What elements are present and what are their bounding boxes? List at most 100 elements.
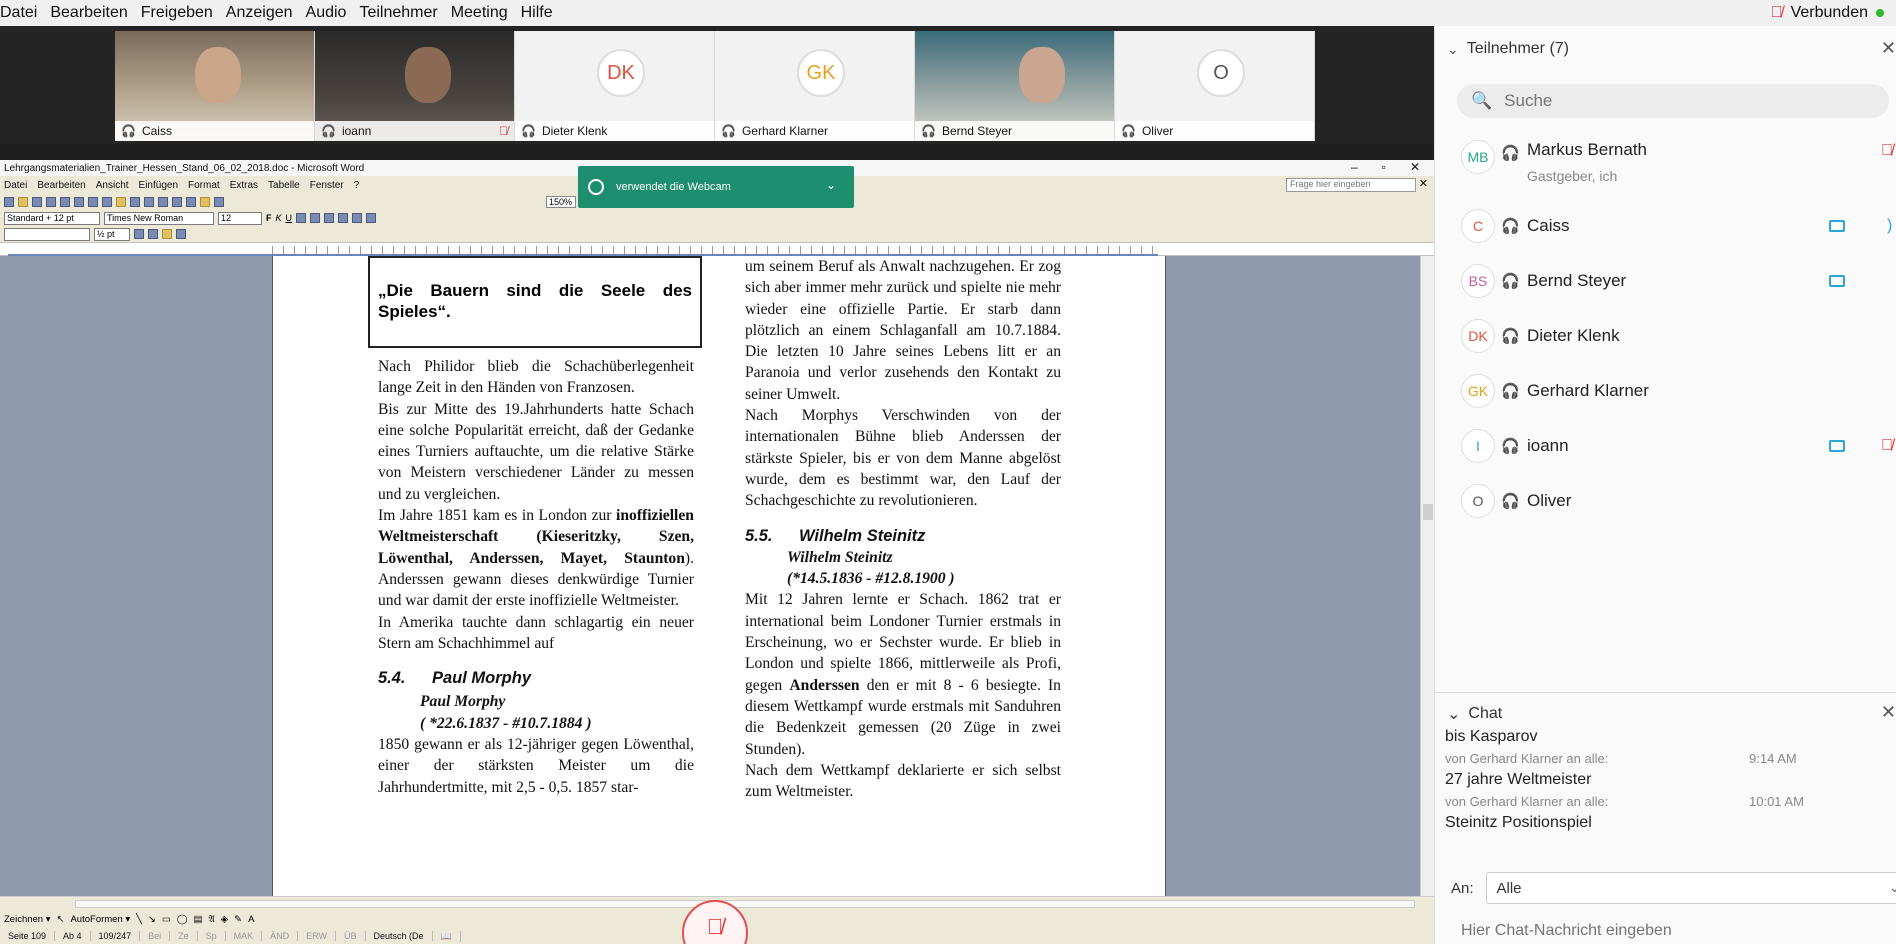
horizontal-ruler[interactable] [0,242,1434,257]
fill-color-icon[interactable]: ◈ [221,914,228,925]
vertical-scrollbar[interactable] [1420,256,1434,896]
rectangle-tool-icon[interactable]: ▭ [162,914,171,925]
maximize-icon[interactable]: ▫ [1382,160,1386,174]
menu-anzeigen[interactable]: Anzeigen [223,4,301,22]
scroll-track[interactable] [75,900,1415,908]
line-color-tool-icon[interactable]: ✎ [234,914,242,925]
underline-button[interactable]: U [286,213,293,223]
menu-audio[interactable]: Audio [303,4,355,22]
video-tile-dieter-klenk[interactable]: DK 🎧 Dieter Klenk [515,31,715,141]
style-select[interactable]: Standard + 12 pt [4,211,100,225]
word-menu-help[interactable]: ? [354,180,360,191]
new-icon[interactable] [4,197,14,207]
cut-icon[interactable] [88,197,98,207]
text-color-icon[interactable]: A [248,914,254,925]
hyperlink-icon[interactable] [158,197,168,207]
border-icon[interactable] [176,229,186,239]
textbox-tool-icon[interactable]: ▤ [193,914,202,925]
participant-row-bernd-steyer[interactable]: BS 🎧 Bernd Steyer [1435,253,1896,308]
chevron-down-icon[interactable]: ⌄ [1447,41,1459,58]
menu-hilfe[interactable]: Hilfe [518,4,561,22]
video-camera-icon[interactable] [1829,274,1845,287]
participant-row-caiss[interactable]: C 🎧 Caiss ) [1435,198,1896,253]
drawing-icon[interactable] [200,197,210,207]
video-camera-icon[interactable] [1829,219,1845,232]
video-tile-caiss[interactable]: 🎧 Caiss [115,31,315,141]
paste-icon[interactable] [116,197,126,207]
numbering-icon[interactable] [352,213,363,223]
word-menu-bearbeiten[interactable]: Bearbeiten [37,180,85,191]
line-weight-select[interactable]: ½ pt [94,227,130,241]
print-icon[interactable] [46,197,56,207]
bold-button[interactable]: F [266,213,272,223]
line-tool-icon[interactable]: ╲ [136,914,142,925]
highlight-icon[interactable] [162,229,172,239]
word-menu-ansicht[interactable]: Ansicht [96,180,129,191]
redo-icon[interactable] [144,197,154,207]
chevron-down-icon[interactable]: ⌄ [826,178,836,192]
participant-row-gerhard-klarner[interactable]: GK 🎧 Gerhard Klarner [1435,363,1896,418]
video-tile-oliver[interactable]: O 🎧 Oliver [1115,31,1315,141]
undo-icon[interactable] [130,197,140,207]
copy-icon[interactable] [102,197,112,207]
draw-menu-button[interactable]: Zeichnen ▾ [4,914,51,925]
table-icon[interactable] [172,197,182,207]
bullets-icon[interactable] [366,213,377,223]
document-page[interactable]: „Die Bauern sind die Seele des Spieles“.… [272,256,1166,896]
font-color-icon[interactable] [148,229,158,239]
chevron-down-icon[interactable]: ⌄ [1447,704,1460,724]
video-tile-ioann[interactable]: 🎧 ioann 🎙̸ [315,31,515,141]
word-menu-format[interactable]: Format [188,180,220,191]
ellipse-tool-icon[interactable]: ◯ [177,914,188,925]
recipient-select[interactable]: Alle ⌄ [1485,872,1896,904]
menu-teilnehmer[interactable]: Teilnehmer [356,4,445,22]
scroll-thumb[interactable] [1423,504,1433,520]
participant-search[interactable]: 🔍 [1457,84,1889,118]
mic-muted-icon[interactable]: 🎙̸ [1881,437,1893,455]
menu-bearbeiten[interactable]: Bearbeiten [47,4,135,22]
status-mak[interactable]: MAK [226,931,263,941]
wordart-icon[interactable]: 𝔄 [208,914,214,925]
chat-input[interactable] [1461,922,1881,940]
font-size-select[interactable]: 12 [218,211,262,225]
italic-button[interactable]: K [276,213,282,223]
video-tile-gerhard-klarner[interactable]: GK 🎧 Gerhard Klarner [715,31,915,141]
line-color-icon[interactable] [134,229,144,239]
preview-icon[interactable] [60,197,70,207]
close-icon[interactable]: ✕ [1881,38,1896,59]
chat-header[interactable]: ⌄ Chat [1447,704,1502,724]
word-menu-fenster[interactable]: Fenster [310,180,344,191]
word-menu-extras[interactable]: Extras [230,180,258,191]
spellcheck-icon[interactable] [74,197,84,207]
close-icon[interactable]: ✕ [1410,160,1420,174]
align-center-icon[interactable] [310,213,321,223]
status-erw[interactable]: ERW [298,931,337,941]
menu-datei[interactable]: Datei [0,4,45,22]
help-search-input[interactable]: Frage hier eingeben [1286,178,1416,192]
close-icon[interactable]: ✕ [1881,702,1896,723]
menu-freigeben[interactable]: Freigeben [138,4,221,22]
select-objects-icon[interactable]: ↖ [57,914,65,925]
align-left-icon[interactable] [296,213,307,223]
zoom-select[interactable]: 150% [546,196,576,208]
video-camera-icon[interactable] [1829,439,1845,452]
search-input[interactable] [1504,91,1805,111]
word-menu-tabelle[interactable]: Tabelle [268,180,300,191]
word-menu-datei[interactable]: Datei [4,180,27,191]
line-style-select[interactable] [4,227,90,241]
justify-icon[interactable] [338,213,349,223]
autoforms-button[interactable]: AutoFormen ▾ [70,914,130,925]
status-language[interactable]: Deutsch (De [366,931,433,941]
participant-row-dieter-klenk[interactable]: DK 🎧 Dieter Klenk [1435,308,1896,363]
columns-icon[interactable] [186,197,196,207]
save-icon[interactable] [32,197,42,207]
arrow-tool-icon[interactable]: ↘ [148,914,156,925]
webcam-notification[interactable]: verwendet die Webcam ⌄ [578,166,854,208]
participant-row-ioann[interactable]: I 🎧 ioann 🎙̸ [1435,418,1896,473]
document-close-icon[interactable]: ✕ [1419,177,1428,190]
participant-row-markus-bernath[interactable]: MB 🎧 Markus Bernath Gastgeber, ich 🎙̸ [1435,132,1896,198]
font-select[interactable]: Times New Roman [104,211,214,225]
video-tile-bernd-steyer[interactable]: 🎧 Bernd Steyer [915,31,1115,141]
status-ub[interactable]: ÜB [336,931,366,941]
status-aend[interactable]: ÄND [262,931,299,941]
